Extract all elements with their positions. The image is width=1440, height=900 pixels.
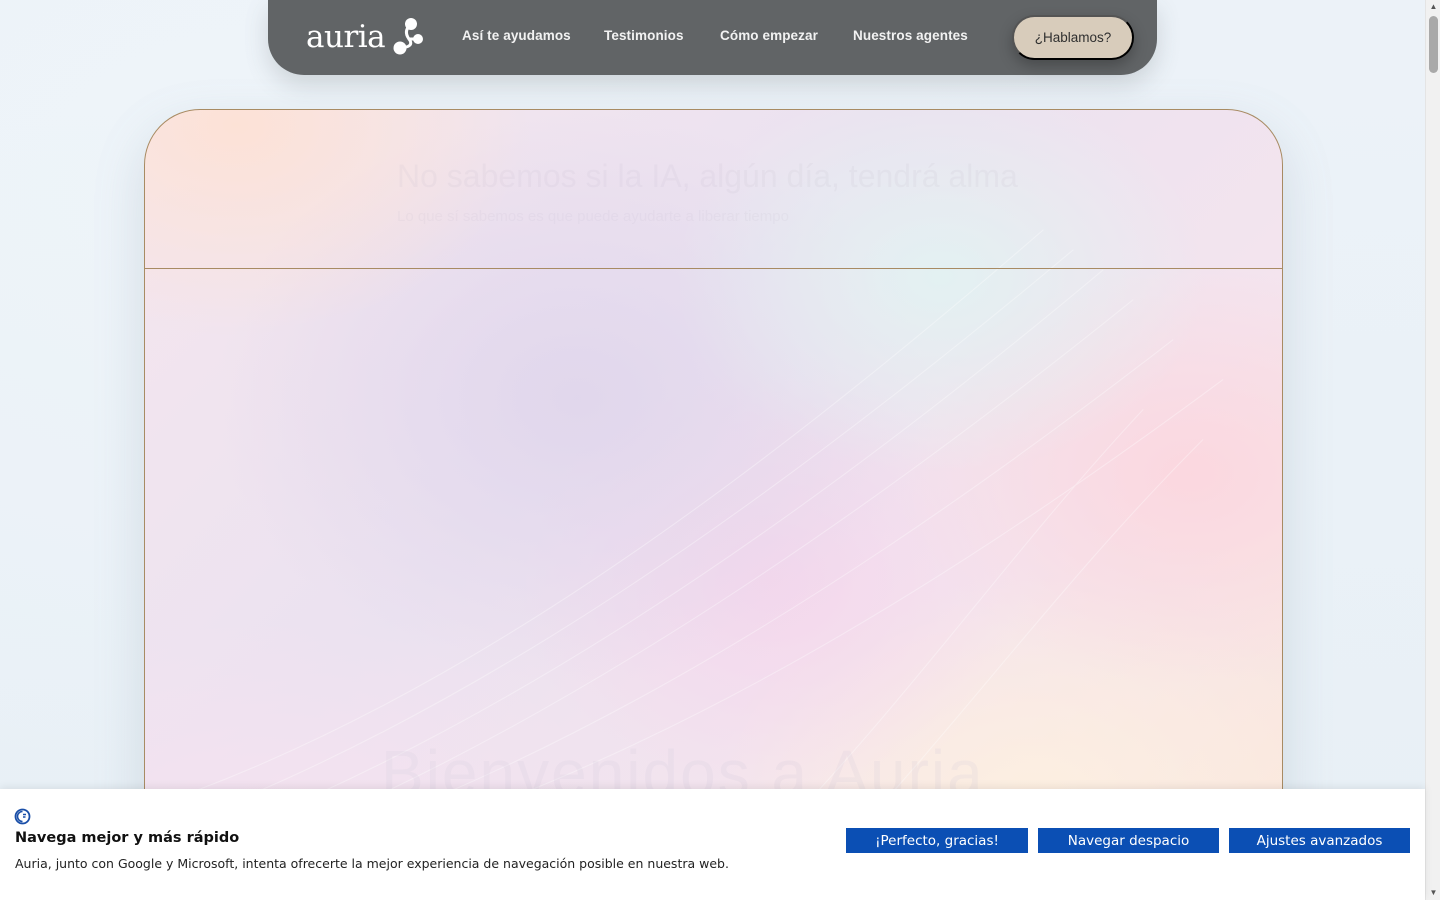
scroll-up-arrow-icon[interactable]: ▲	[1429, 2, 1438, 12]
hero-card: No sabemos si la IA, algún día, tendrá a…	[144, 109, 1283, 869]
hero-faded-subtitle: Lo que sí sabemos es que puede ayudarte …	[397, 208, 789, 225]
hablamos-button[interactable]: ¿Hablamos?	[1012, 15, 1134, 60]
cookie-consent-icon[interactable]	[14, 808, 31, 825]
advanced-settings-button[interactable]: Ajustes avanzados	[1229, 828, 1410, 853]
page-scrollbar[interactable]: ▲ ▼	[1425, 0, 1440, 900]
nav-link-como-empezar[interactable]: Cómo empezar	[720, 28, 818, 43]
accept-cookies-button[interactable]: ¡Perfecto, gracias!	[846, 828, 1028, 853]
page: auria Así te ayudamos Testimonios Cómo e…	[0, 0, 1425, 900]
hero-divider	[145, 268, 1282, 269]
logo-wordmark: auria	[306, 18, 386, 55]
hero-faded-title: No sabemos si la IA, algún día, tendrá a…	[397, 158, 1018, 194]
nav-link-nuestros-agentes[interactable]: Nuestros agentes	[853, 28, 968, 43]
site-header: auria Así te ayudamos Testimonios Cómo e…	[268, 0, 1157, 75]
cookie-banner: Navega mejor y más rápido Auria, junto c…	[0, 789, 1425, 900]
scroll-down-arrow-icon[interactable]: ▼	[1429, 888, 1438, 898]
molecule-dots-icon	[393, 18, 424, 55]
nav-link-asi-te-ayudamos[interactable]: Así te ayudamos	[462, 28, 571, 43]
scroll-thumb[interactable]	[1429, 16, 1438, 73]
nav-link-testimonios[interactable]: Testimonios	[604, 28, 684, 43]
browse-slowly-button[interactable]: Navegar despacio	[1038, 828, 1219, 853]
cookie-banner-title: Navega mejor y más rápido	[15, 830, 240, 846]
cookie-banner-text: Auria, junto con Google y Microsoft, int…	[15, 856, 729, 871]
logo-link[interactable]: auria	[306, 14, 425, 60]
